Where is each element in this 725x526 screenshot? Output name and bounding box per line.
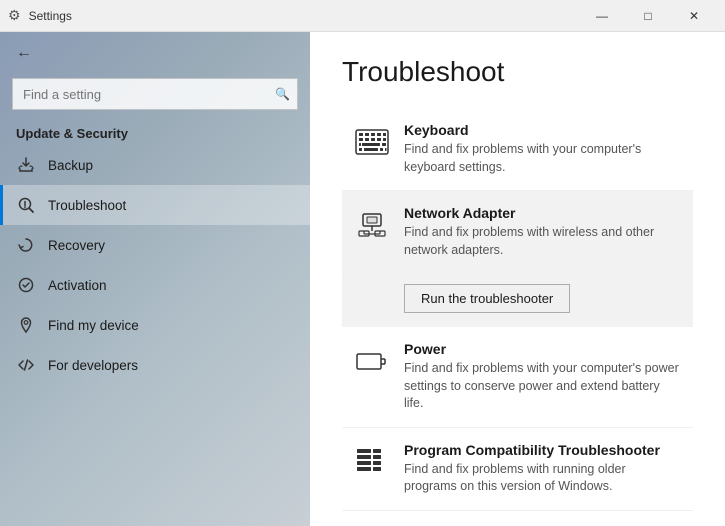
network-name: Network Adapter [404, 205, 681, 221]
run-btn-row: Run the troubleshooter [342, 274, 693, 327]
compat-icon [354, 444, 390, 480]
search-input[interactable] [12, 78, 298, 110]
run-troubleshooter-button[interactable]: Run the troubleshooter [404, 284, 570, 313]
keyboard-icon [354, 124, 390, 160]
sidebar-item-recovery-label: Recovery [48, 238, 105, 253]
keyboard-text: Keyboard Find and fix problems with your… [404, 122, 681, 176]
power-name: Power [404, 341, 681, 357]
sidebar-item-backup[interactable]: Backup [0, 145, 310, 185]
settings-icon: ⚙ [8, 7, 21, 24]
compat-desc: Find and fix problems with running older… [404, 461, 681, 496]
maximize-button[interactable]: □ [625, 0, 671, 32]
title-bar-title: Settings [29, 9, 72, 23]
section-label: Update & Security [0, 118, 310, 145]
power-text: Power Find and fix problems with your co… [404, 341, 681, 413]
find-device-icon [16, 315, 36, 335]
compat-name: Program Compatibility Troubleshooter [404, 442, 681, 458]
sidebar-item-for-developers-label: For developers [48, 358, 138, 373]
keyboard-desc: Find and fix problems with your computer… [404, 141, 681, 176]
back-button[interactable]: ← [0, 32, 310, 74]
compat-text: Program Compatibility Troubleshooter Fin… [404, 442, 681, 496]
recovery-icon [16, 235, 36, 255]
title-bar: ⚙ Settings — □ ✕ [0, 0, 725, 32]
network-desc: Find and fix problems with wireless and … [404, 224, 681, 259]
backup-icon [16, 155, 36, 175]
sidebar-item-troubleshoot-label: Troubleshoot [48, 198, 126, 213]
keyboard-name: Keyboard [404, 122, 681, 138]
back-arrow-icon: ← [16, 44, 32, 62]
activation-icon [16, 275, 36, 295]
power-icon [354, 343, 390, 379]
main-content: ← 🔍 Update & Security Backup [0, 32, 725, 526]
troubleshoot-item-compat: Program Compatibility Troubleshooter Fin… [342, 428, 693, 511]
troubleshoot-icon [16, 195, 36, 215]
search-container: 🔍 [12, 78, 298, 110]
sidebar: ← 🔍 Update & Security Backup [0, 32, 310, 526]
sidebar-item-activation-label: Activation [48, 278, 107, 293]
content-area: Troubleshoot [310, 32, 725, 526]
network-icon [354, 207, 390, 243]
sidebar-item-activation[interactable]: Activation [0, 265, 310, 305]
page-title: Troubleshoot [342, 56, 693, 88]
search-icon: 🔍 [275, 87, 290, 101]
close-button[interactable]: ✕ [671, 0, 717, 32]
sidebar-item-find-my-device[interactable]: Find my device [0, 305, 310, 345]
power-desc: Find and fix problems with your computer… [404, 360, 681, 413]
sidebar-item-troubleshoot[interactable]: Troubleshoot [0, 185, 310, 225]
developers-icon [16, 355, 36, 375]
troubleshoot-item-power: Power Find and fix problems with your co… [342, 327, 693, 428]
troubleshoot-item-keyboard: Keyboard Find and fix problems with your… [342, 108, 693, 191]
troubleshoot-item-network: Network Adapter Find and fix problems wi… [342, 191, 693, 274]
title-bar-left: ⚙ Settings [8, 7, 72, 24]
network-text: Network Adapter Find and fix problems wi… [404, 205, 681, 259]
sidebar-item-backup-label: Backup [48, 158, 93, 173]
sidebar-item-recovery[interactable]: Recovery [0, 225, 310, 265]
minimize-button[interactable]: — [579, 0, 625, 32]
sidebar-item-find-my-device-label: Find my device [48, 318, 139, 333]
sidebar-item-for-developers[interactable]: For developers [0, 345, 310, 385]
title-bar-controls: — □ ✕ [579, 0, 717, 32]
